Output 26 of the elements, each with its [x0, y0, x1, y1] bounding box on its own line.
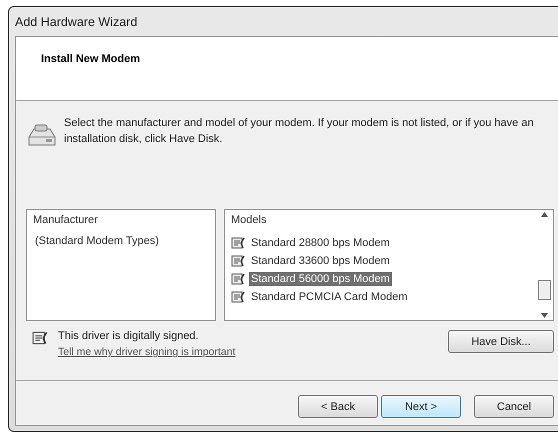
model-item[interactable]: Standard 56000 bps Modem: [249, 272, 392, 286]
signed-text: This driver is digitally signed.: [58, 330, 200, 342]
certificate-icon: [231, 272, 247, 286]
certificate-icon: [231, 236, 247, 250]
scrollbar-thumb[interactable]: [538, 280, 550, 300]
list-heading: Models: [231, 214, 266, 226]
manufacturer-item[interactable]: (Standard Modem Types): [33, 234, 161, 248]
models-list[interactable]: Models Standard 28800 bps Modem Standard 33600 bps Modem Standard 56000 bps Modem Standard PCMCIA Card Modem: [224, 209, 554, 321]
wizard-button[interactable]: Cancel: [474, 395, 554, 418]
certificate-icon: [231, 290, 247, 304]
have-disk-button[interactable]: Have Disk...: [448, 330, 554, 353]
certificate-icon: [32, 330, 50, 346]
certificate-icon: [231, 254, 247, 268]
wizard-button[interactable]: Next >: [381, 395, 461, 418]
wizard-button[interactable]: < Back: [298, 395, 378, 418]
driver-signing-link[interactable]: Tell me why driver signing is important: [58, 346, 440, 358]
header-title: Install New Modem: [41, 53, 140, 65]
list-heading: Manufacturer: [33, 214, 98, 226]
model-item[interactable]: Standard 33600 bps Modem: [249, 254, 392, 268]
model-item[interactable]: Standard PCMCIA Card Modem: [249, 290, 410, 304]
model-item[interactable]: Standard 28800 bps Modem: [249, 236, 392, 250]
window-title: Add Hardware Wizard: [15, 14, 138, 28]
scroll-up-icon[interactable]: [540, 212, 548, 217]
instruction-text: Select the manufacturer and model of your modem. If your modem is not listed, or if you have an installation disk, click Have Disk.: [64, 116, 534, 147]
manufacturer-list[interactable]: Manufacturer (Standard Modem Types): [26, 209, 216, 321]
scroll-down-icon[interactable]: [540, 313, 548, 318]
